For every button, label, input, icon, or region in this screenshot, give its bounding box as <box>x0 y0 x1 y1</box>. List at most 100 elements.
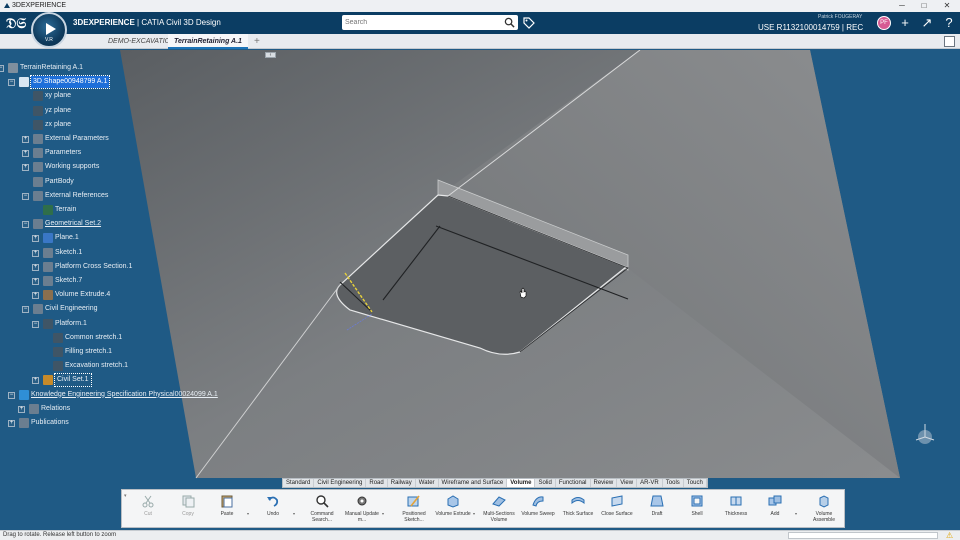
draft-tool[interactable]: Draft <box>639 493 675 527</box>
section-tab[interactable]: Touch <box>684 479 707 487</box>
close-surface-tool[interactable]: Close Surface <box>599 493 635 527</box>
collapse-node-icon[interactable]: − <box>8 79 15 87</box>
expand-node-icon[interactable]: + <box>32 263 39 271</box>
tab-terrain-retaining[interactable]: TerrainRetaining A.1 <box>168 34 248 49</box>
help-icon[interactable]: ? <box>941 15 957 31</box>
collapse-node-icon[interactable]: − <box>22 192 29 200</box>
3d-compass-icon[interactable] <box>912 422 938 448</box>
section-tab[interactable]: Water <box>416 479 439 487</box>
undo-tool[interactable]: Undo ▾ <box>255 493 295 527</box>
command-search-tool[interactable]: Command Search... <box>304 493 340 527</box>
section-tab[interactable]: Standard <box>283 479 315 487</box>
collapse-node-icon[interactable]: − <box>22 306 29 314</box>
action-bar-grip[interactable]: ▾ <box>124 493 127 499</box>
paste-dropdown-icon[interactable]: ▾ <box>247 511 249 516</box>
tree-node-label[interactable]: Plane.1 <box>55 232 79 244</box>
section-tab[interactable]: Solid <box>535 479 556 487</box>
user-context[interactable]: USE R1132100014759 | REC <box>758 23 863 32</box>
tree-node-label[interactable]: Terrain <box>55 204 76 216</box>
warning-icon[interactable]: ⚠ <box>946 531 953 540</box>
tree-node-label[interactable]: Civil Engineering <box>45 303 98 315</box>
section-tab[interactable]: Civil Engineering <box>314 479 367 487</box>
undo-dropdown-icon[interactable]: ▾ <box>293 511 295 516</box>
tree-node-label[interactable]: yz plane <box>45 105 71 117</box>
tree-node-label[interactable]: Civil Set.1 <box>54 373 92 388</box>
section-tab[interactable]: View <box>617 479 638 487</box>
tree-node-label[interactable]: External Parameters <box>45 133 109 145</box>
section-tab[interactable]: Functional <box>556 479 591 487</box>
add-dropdown-icon[interactable]: ▾ <box>795 511 797 516</box>
expand-node-icon[interactable]: + <box>22 150 29 158</box>
tree-node-label[interactable]: Filling stretch.1 <box>65 346 112 358</box>
volume-sweep-tool[interactable]: Volume Sweep <box>520 493 556 527</box>
share-icon[interactable]: ↗ <box>919 15 935 31</box>
tree-node-label[interactable]: Working supports <box>45 161 99 173</box>
minimize-button[interactable]: ─ <box>892 0 912 12</box>
tree-node-label[interactable]: PartBody <box>45 176 74 188</box>
tree-node-label[interactable]: Platform.1 <box>55 318 87 330</box>
tree-node-label[interactable]: Volume Extrude.4 <box>55 289 110 301</box>
tree-node-label[interactable]: Geometrical Set.2 <box>45 218 101 230</box>
expand-node-icon[interactable]: + <box>8 420 15 427</box>
multi-sections-volume-tool[interactable]: Multi-Sections Volume <box>481 493 517 527</box>
tree-node-label[interactable]: TerrainRetaining A.1 <box>20 62 83 74</box>
copy-tool[interactable]: Copy <box>170 493 206 527</box>
tree-node-label[interactable]: zx plane <box>45 119 71 131</box>
add-tab-button[interactable]: + <box>254 34 260 49</box>
positioned-sketch-tool[interactable]: Positioned Sketch... <box>396 493 432 527</box>
tree-node-label[interactable]: Platform Cross Section.1 <box>55 261 132 273</box>
volume-extrude-dropdown-icon[interactable]: ▾ <box>473 511 475 516</box>
volume-assemble-tool[interactable]: Volume Assemble <box>806 493 842 527</box>
tree-node-label[interactable]: xy plane <box>45 90 71 102</box>
collapse-node-icon[interactable]: − <box>8 391 15 399</box>
search-input[interactable] <box>345 17 495 28</box>
tree-node-label[interactable]: External References <box>45 190 108 202</box>
expand-node-icon[interactable]: + <box>32 278 39 285</box>
add-icon[interactable]: + <box>897 15 913 31</box>
expand-node-icon[interactable]: + <box>22 136 29 143</box>
tree-node-label[interactable]: Sketch.1 <box>55 247 82 259</box>
volume-extrude-tool[interactable]: Volume Extrude ▾ <box>435 493 475 527</box>
cut-tool[interactable]: Cut <box>130 493 166 527</box>
expand-node-icon[interactable]: + <box>32 292 39 300</box>
expand-node-icon[interactable]: + <box>18 405 25 413</box>
collapse-tree-button[interactable]: ‹ <box>265 52 276 58</box>
shell-tool[interactable]: Shell <box>679 493 715 527</box>
section-tab[interactable]: AR-VR <box>637 479 663 487</box>
tree-node-label[interactable]: Relations <box>41 403 70 415</box>
collapse-node-icon[interactable]: − <box>0 65 4 72</box>
tree-node-label[interactable]: Publications <box>31 417 69 429</box>
expand-node-icon[interactable]: + <box>32 235 39 243</box>
status-input[interactable] <box>788 532 938 539</box>
thickness-tool[interactable]: Thickness <box>718 493 754 527</box>
add-tool[interactable]: Add ▾ <box>757 493 797 527</box>
collapse-node-icon[interactable]: − <box>32 320 39 328</box>
thick-surface-tool[interactable]: Thick Surface <box>560 493 596 527</box>
fullscreen-icon[interactable] <box>944 36 955 47</box>
section-tab[interactable]: Tools <box>663 479 684 487</box>
expand-node-icon[interactable]: + <box>32 249 39 257</box>
search-icon[interactable] <box>504 17 515 28</box>
expand-node-icon[interactable]: + <box>32 377 39 385</box>
tree-node-label[interactable]: Excavation stretch.1 <box>65 360 128 372</box>
section-tab[interactable]: Road <box>366 479 388 487</box>
manual-update-tool[interactable]: Manual Update m... ▾ <box>344 493 384 527</box>
compass-button[interactable]: V.R <box>31 12 67 48</box>
tree-node-label[interactable]: Sketch.7 <box>55 275 82 287</box>
maximize-button[interactable]: □ <box>914 0 934 12</box>
section-tab[interactable]: Review <box>591 479 618 487</box>
avatar[interactable]: PF <box>877 16 891 30</box>
paste-tool[interactable]: Paste ▾ <box>209 493 249 527</box>
ds-logo-icon[interactable]: 𝔇𝔖 <box>6 15 26 32</box>
search-box[interactable] <box>342 15 518 30</box>
manual-update-dropdown-icon[interactable]: ▾ <box>382 511 384 516</box>
tree-node-label[interactable]: Common stretch.1 <box>65 332 122 344</box>
tree-node-label[interactable]: Parameters <box>45 147 81 159</box>
collapse-node-icon[interactable]: − <box>22 221 29 229</box>
tree-node-label[interactable]: 3D Shape00948799 A.1 <box>29 75 111 90</box>
section-tab[interactable]: Railway <box>388 479 416 487</box>
tree-node-label[interactable]: Knowledge Engineering Specification Phys… <box>31 389 218 401</box>
section-tab[interactable]: Wireframe and Surface <box>439 479 508 487</box>
section-tab[interactable]: Volume <box>507 479 536 487</box>
tag-icon[interactable] <box>522 16 536 30</box>
